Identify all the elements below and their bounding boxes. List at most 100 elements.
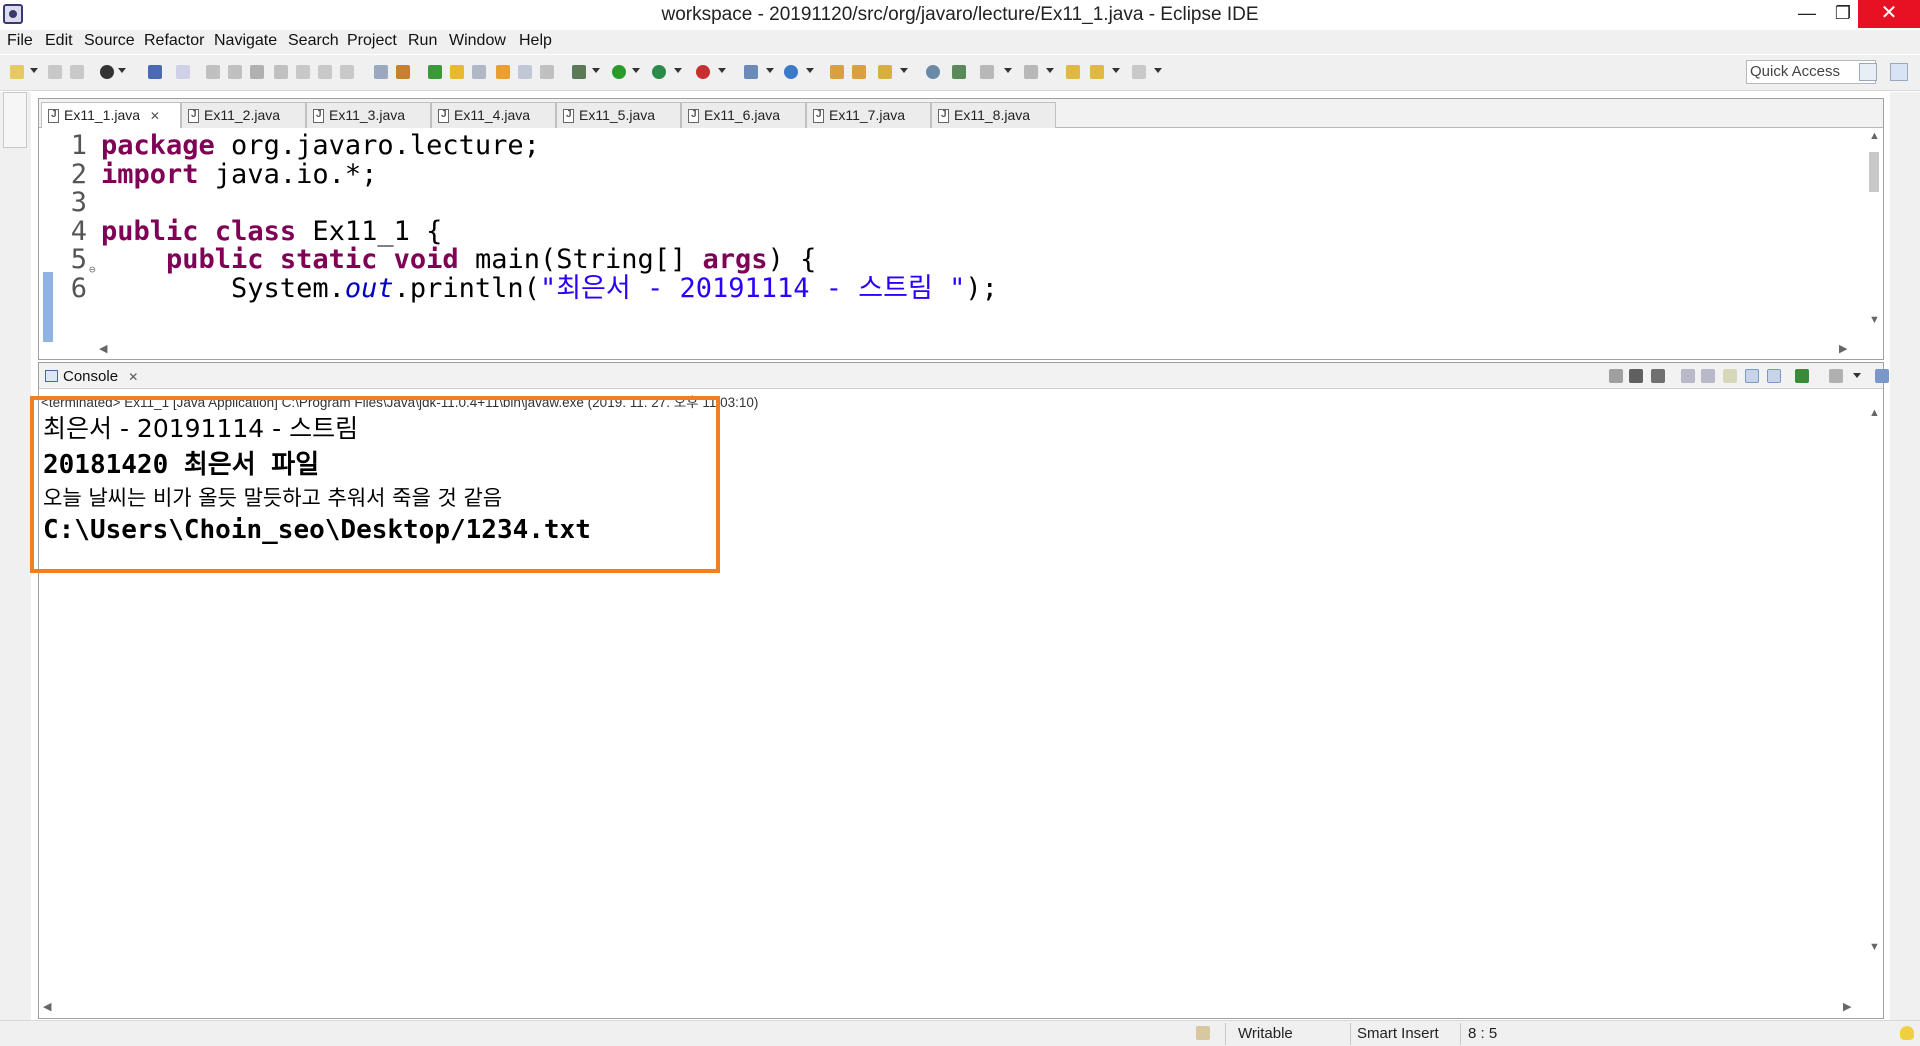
publish-icon[interactable] — [100, 65, 114, 79]
editor-vertical-scrollbar[interactable]: ▲ ▼ — [1865, 128, 1883, 334]
skip-breakpoints-icon[interactable] — [176, 65, 190, 79]
scrollbar-thumb[interactable] — [1869, 152, 1879, 192]
menu-search[interactable]: Search — [288, 32, 339, 50]
fold-icon[interactable]: ⊖ — [89, 252, 96, 287]
java-perspective-icon[interactable] — [1890, 63, 1908, 81]
pin-console-icon[interactable] — [1795, 369, 1809, 383]
scroll-up-icon[interactable]: ▲ — [1869, 407, 1880, 419]
open-task-icon[interactable] — [450, 65, 464, 79]
editor-horizontal-scrollbar[interactable]: ◀ ▶ — [99, 340, 1859, 358]
pen-dropdown-icon[interactable] — [900, 68, 908, 73]
scroll-lock-icon[interactable] — [1701, 369, 1715, 383]
globe-icon[interactable] — [926, 65, 940, 79]
suspend-icon[interactable] — [228, 65, 242, 79]
run-dropdown-icon[interactable] — [632, 68, 640, 73]
previous-annotation-icon[interactable] — [1024, 65, 1038, 79]
open-type-icon[interactable] — [428, 65, 442, 79]
next-annotation-dropdown-icon[interactable] — [1004, 68, 1012, 73]
remove-all-terminated-icon[interactable] — [1651, 369, 1665, 383]
next-annotation-icon[interactable] — [980, 65, 994, 79]
remove-launch-icon[interactable] — [1629, 369, 1643, 383]
code-text-area[interactable]: 1 package org.javaro.lecture; 2 import java… — [39, 128, 1879, 342]
open-file-icon[interactable] — [852, 65, 866, 79]
use-step-filters-icon[interactable] — [396, 65, 410, 79]
resume-icon[interactable] — [206, 65, 220, 79]
scroll-left-icon[interactable]: ◀ — [43, 1000, 51, 1013]
back-icon[interactable] — [1090, 65, 1104, 79]
tab-ex11-1[interactable]: Ex11_1.java ✕ — [41, 102, 181, 129]
console-vertical-scrollbar[interactable]: ▲ ▼ — [1865, 407, 1883, 959]
search-icon[interactable] — [472, 65, 486, 79]
disconnect-icon[interactable] — [274, 65, 288, 79]
debug-dropdown-icon[interactable] — [592, 68, 600, 73]
tab-ex11-7[interactable]: Ex11_7.java — [806, 102, 931, 128]
open-perspective-icon[interactable] — [1859, 63, 1877, 81]
display-console-dropdown-icon[interactable] — [1853, 373, 1861, 378]
back-dropdown-icon[interactable] — [1112, 68, 1120, 73]
menu-edit[interactable]: Edit — [45, 32, 73, 50]
debug-icon[interactable] — [572, 65, 586, 79]
tab-ex11-5[interactable]: Ex11_5.java — [556, 102, 681, 128]
menu-project[interactable]: Project — [347, 32, 397, 50]
minimized-view-stack[interactable] — [3, 92, 27, 148]
new-class-dropdown-icon[interactable] — [806, 68, 814, 73]
run-icon[interactable] — [612, 65, 626, 79]
quick-access-field[interactable]: Quick Access — [1746, 60, 1876, 84]
menu-refactor[interactable]: Refactor — [144, 32, 204, 50]
scroll-down-icon[interactable]: ▼ — [1869, 941, 1880, 953]
annotation-icon[interactable] — [496, 65, 510, 79]
word-wrap-icon[interactable] — [1723, 369, 1737, 383]
external-tools-icon[interactable] — [696, 65, 710, 79]
show-on-stderr-icon[interactable] — [1767, 369, 1781, 383]
step-return-icon[interactable] — [340, 65, 354, 79]
terminate-icon[interactable] — [250, 65, 264, 79]
new-icon[interactable] — [10, 65, 24, 79]
save-icon[interactable] — [48, 65, 62, 79]
menu-file[interactable]: File — [7, 32, 33, 50]
tab-ex11-6[interactable]: Ex11_6.java — [681, 102, 806, 128]
tab-ex11-3[interactable]: Ex11_3.java — [306, 102, 431, 128]
close-console-icon[interactable]: ✕ — [128, 370, 138, 384]
scroll-right-icon[interactable]: ▶ — [1843, 1000, 1851, 1013]
pen-icon[interactable] — [878, 65, 892, 79]
show-whitespace-icon[interactable] — [540, 65, 554, 79]
menu-source[interactable]: Source — [84, 32, 135, 50]
tab-ex11-8[interactable]: Ex11_8.java — [931, 102, 1056, 128]
tab-ex11-4[interactable]: Ex11_4.java — [431, 102, 556, 128]
external-tools-dropdown-icon[interactable] — [718, 68, 726, 73]
tab-ex11-2[interactable]: Ex11_2.java — [181, 102, 306, 128]
block-select-icon[interactable] — [518, 65, 532, 79]
tip-lightbulb-icon[interactable] — [1900, 1026, 1914, 1040]
terminal-icon[interactable] — [148, 65, 162, 79]
step-over-icon[interactable] — [318, 65, 332, 79]
step-into-icon[interactable] — [296, 65, 310, 79]
menu-window[interactable]: Window — [449, 32, 506, 50]
scroll-left-icon[interactable]: ◀ — [99, 342, 107, 355]
insert-mode-status[interactable]: Smart Insert — [1357, 1025, 1439, 1042]
scroll-down-icon[interactable]: ▼ — [1869, 314, 1880, 326]
menu-run[interactable]: Run — [408, 32, 437, 50]
coverage-icon[interactable] — [652, 65, 666, 79]
clear-console-icon[interactable] — [1681, 369, 1695, 383]
display-console-icon[interactable] — [1829, 369, 1843, 383]
open-folder-icon[interactable] — [830, 65, 844, 79]
cursor-position-status[interactable]: 8 : 5 — [1468, 1025, 1497, 1042]
close-button[interactable]: ✕ — [1858, 0, 1920, 28]
menu-help[interactable]: Help — [519, 32, 552, 50]
tab-console[interactable]: Console ✕ — [41, 365, 144, 389]
open-console-icon[interactable] — [1875, 369, 1889, 383]
coverage-dropdown-icon[interactable] — [674, 68, 682, 73]
forward-dropdown-icon[interactable] — [1154, 68, 1162, 73]
terminate-icon[interactable] — [1609, 369, 1623, 383]
scroll-right-icon[interactable]: ▶ — [1839, 342, 1847, 355]
scroll-up-icon[interactable]: ▲ — [1869, 130, 1880, 142]
last-edit-location-icon[interactable] — [1066, 65, 1080, 79]
new-class-icon[interactable] — [784, 65, 798, 79]
drop-to-frame-icon[interactable] — [374, 65, 388, 79]
publish-dropdown-icon[interactable] — [118, 68, 126, 73]
menu-navigate[interactable]: Navigate — [214, 32, 277, 50]
new-java-project-icon[interactable] — [744, 65, 758, 79]
forward-icon[interactable] — [1132, 65, 1146, 79]
sync-icon[interactable] — [952, 65, 966, 79]
close-tab-icon[interactable]: ✕ — [150, 109, 160, 123]
